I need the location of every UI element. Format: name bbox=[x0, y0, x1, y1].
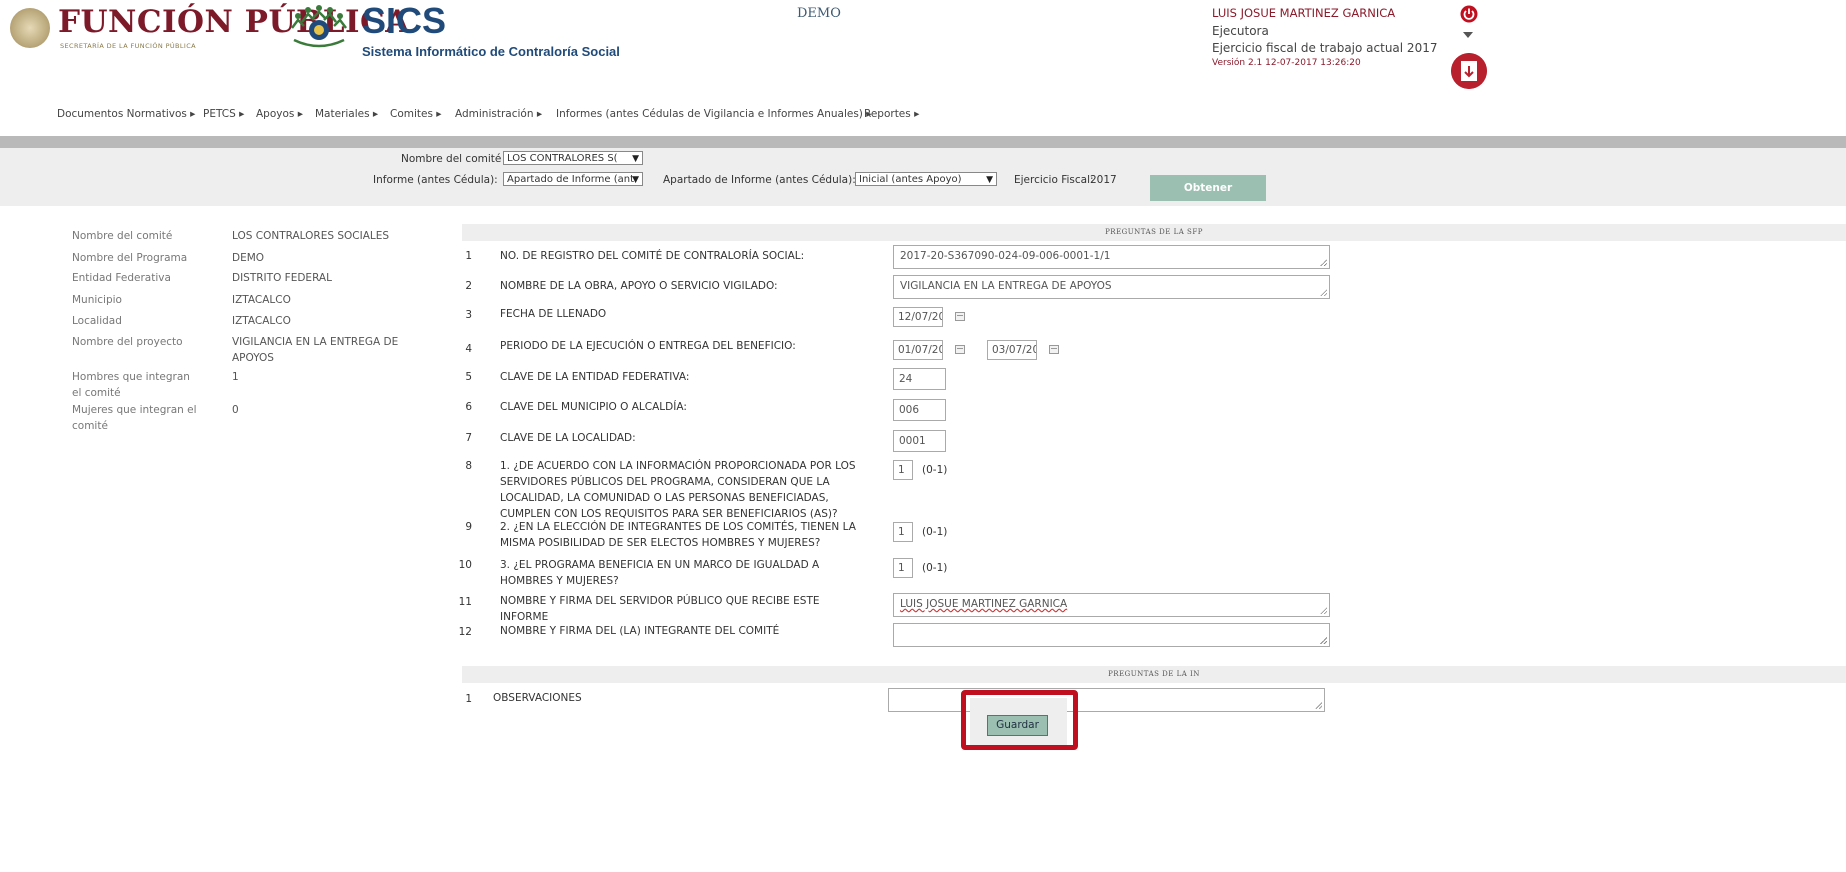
clave-entidad-input[interactable]: 24 bbox=[893, 368, 946, 390]
clave-municipio-input[interactable]: 006 bbox=[893, 399, 946, 421]
question-number: 11 bbox=[458, 596, 472, 608]
calendar-icon[interactable] bbox=[1049, 345, 1059, 354]
ejercicio-label: Ejercicio Fiscal: bbox=[1014, 174, 1094, 186]
answer-9-input[interactable]: 1 bbox=[893, 522, 913, 542]
apartado-label: Apartado de Informe (antes Cédula): bbox=[663, 174, 856, 186]
org-subtitle: SECRETARÍA DE LA FUNCIÓN PÚBLICA bbox=[60, 42, 197, 50]
answer-range: (0-1) bbox=[922, 562, 948, 574]
question-number: 1 bbox=[465, 693, 472, 705]
info-value: IZTACALCO bbox=[232, 315, 291, 327]
program-name: DEMO bbox=[797, 6, 841, 21]
power-icon[interactable] bbox=[1460, 5, 1478, 23]
question-number: 8 bbox=[465, 460, 472, 472]
question-number: 6 bbox=[465, 401, 472, 413]
main-nav: Documentos Normativos ▸ PETCS ▸ Apoyos ▸… bbox=[0, 101, 1846, 129]
question-text: CLAVE DEL MUNICIPIO O ALCALDÍA: bbox=[500, 401, 687, 413]
info-label: Mujeres que integran el comité bbox=[72, 404, 197, 432]
periodo-hasta-input[interactable]: 03/07/201 bbox=[987, 340, 1037, 360]
in-section-header: PREGUNTAS DE LA IN bbox=[462, 666, 1846, 683]
nav-informes[interactable]: Informes (antes Cédulas de Vigilancia e … bbox=[556, 108, 872, 120]
sfp-section-header: PREGUNTAS DE LA SFP bbox=[462, 224, 1846, 241]
ejercicio-value: 2017 bbox=[1090, 174, 1117, 186]
question-text: 2. ¿EN LA ELECCIÓN DE INTEGRANTES DE LOS… bbox=[500, 521, 856, 549]
clave-localidad-input[interactable]: 0001 bbox=[893, 430, 946, 452]
question-number: 3 bbox=[465, 309, 472, 321]
question-number: 1 bbox=[465, 250, 472, 262]
obtener-formulario-button[interactable]: Obtener Formulario bbox=[1150, 175, 1266, 220]
info-value: DEMO bbox=[232, 252, 265, 264]
app-header: FUNCIÓN PÚBLICA SECRETARÍA DE LA FUNCIÓN… bbox=[0, 0, 1846, 92]
periodo-desde-input[interactable]: 01/07/201 bbox=[893, 340, 943, 360]
informe-select[interactable]: Apartado de Informe (ant ▼ bbox=[503, 172, 643, 186]
question-number: 5 bbox=[465, 371, 472, 383]
answer-range: (0-1) bbox=[922, 526, 948, 538]
sics-logo-icon bbox=[291, 5, 347, 48]
info-label: Localidad bbox=[72, 315, 122, 327]
question-text: 1. ¿DE ACUERDO CON LA INFORMACIÓN PROPOR… bbox=[500, 460, 856, 520]
calendar-icon[interactable] bbox=[955, 345, 965, 354]
caret-down-icon[interactable] bbox=[1463, 32, 1473, 38]
informe-label: Informe (antes Cédula): bbox=[373, 174, 498, 186]
question-text: NOMBRE Y FIRMA DEL SERVIDOR PÚBLICO QUE … bbox=[500, 595, 820, 623]
nav-apoyos[interactable]: Apoyos ▸ bbox=[256, 108, 303, 120]
info-value: VIGILANCIA EN LA ENTREGA DE APOYOS bbox=[232, 336, 399, 364]
firma-integrante-input[interactable] bbox=[893, 623, 1330, 647]
question-number: 2 bbox=[465, 280, 472, 292]
fiscal-year-text: Ejercicio fiscal de trabajo actual 2017 bbox=[1212, 41, 1438, 55]
seal-icon bbox=[10, 8, 50, 48]
question-number: 7 bbox=[465, 432, 472, 444]
comite-select[interactable]: LOS CONTRALORES S(▼ bbox=[503, 151, 643, 165]
firma-servidor-input[interactable]: LUIS JOSUE MARTINEZ GARNICA bbox=[893, 593, 1330, 617]
apartado-select[interactable]: Inicial (antes Apoyo) ▼ bbox=[855, 172, 997, 186]
question-text: OBSERVACIONES bbox=[493, 692, 582, 704]
answer-8-input[interactable]: 1 bbox=[893, 460, 913, 480]
nav-petcs[interactable]: PETCS ▸ bbox=[203, 108, 244, 120]
user-name: LUIS JOSUE MARTINEZ GARNICA bbox=[1212, 6, 1396, 20]
question-text: CLAVE DE LA LOCALIDAD: bbox=[500, 432, 636, 444]
nav-materiales[interactable]: Materiales ▸ bbox=[315, 108, 378, 120]
fecha-llenado-input[interactable]: 12/07/201 bbox=[893, 307, 943, 327]
save-highlight-box bbox=[961, 690, 1078, 750]
answer-range: (0-1) bbox=[922, 464, 948, 476]
nav-documentos-normativos[interactable]: Documentos Normativos ▸ bbox=[57, 108, 195, 120]
question-text: NO. DE REGISTRO DEL COMITÉ DE CONTRALORÍ… bbox=[500, 250, 805, 262]
question-number: 9 bbox=[465, 521, 472, 533]
info-value: LOS CONTRALORES SOCIALES bbox=[232, 230, 390, 242]
answer-10-input[interactable]: 1 bbox=[893, 558, 913, 578]
question-text: NOMBRE DE LA OBRA, APOYO O SERVICIO VIGI… bbox=[500, 280, 778, 292]
org-title: FUNCIÓN PÚBLICA bbox=[58, 4, 410, 40]
question-text: NOMBRE Y FIRMA DEL (LA) INTEGRANTE DEL C… bbox=[500, 625, 780, 637]
obra-input[interactable]: VIGILANCIA EN LA ENTREGA DE APOYOS bbox=[893, 275, 1330, 299]
question-number: 4 bbox=[465, 343, 472, 355]
app-title: SICS bbox=[362, 0, 447, 41]
pdf-download-icon[interactable] bbox=[1451, 53, 1487, 89]
nav-separator bbox=[0, 136, 1846, 148]
nav-reportes[interactable]: Reportes ▸ bbox=[864, 108, 919, 120]
question-number: 10 bbox=[458, 559, 472, 571]
user-role: Ejecutora bbox=[1212, 24, 1269, 38]
question-text: 3. ¿EL PROGRAMA BENEFICIA EN UN MARCO DE… bbox=[500, 559, 820, 587]
info-label: Entidad Federativa bbox=[72, 272, 171, 284]
info-value: IZTACALCO bbox=[232, 294, 291, 306]
info-value: DISTRITO FEDERAL bbox=[232, 272, 332, 284]
question-text: FECHA DE LLENADO bbox=[500, 308, 607, 320]
calendar-icon[interactable] bbox=[955, 312, 965, 321]
nav-comites[interactable]: Comites ▸ bbox=[390, 108, 442, 120]
comite-label: Nombre del comité bbox=[401, 153, 502, 165]
observaciones-input[interactable] bbox=[888, 688, 1325, 712]
question-number: 12 bbox=[458, 626, 472, 638]
info-label: Nombre del Programa bbox=[72, 252, 188, 264]
info-label: Hombres que integran el comité bbox=[72, 371, 190, 399]
info-value: 0 bbox=[232, 404, 239, 416]
question-text: PERIODO DE LA EJECUCIÓN O ENTREGA DEL BE… bbox=[500, 340, 796, 352]
info-value: 1 bbox=[232, 371, 239, 383]
question-text: CLAVE DE LA ENTIDAD FEDERATIVA: bbox=[500, 371, 690, 383]
info-label: Nombre del proyecto bbox=[72, 336, 183, 348]
info-label: Municipio bbox=[72, 294, 122, 306]
nav-administracion[interactable]: Administración ▸ bbox=[455, 108, 542, 120]
app-subtitle: Sistema Informático de Contraloría Socia… bbox=[362, 44, 620, 59]
registro-input[interactable]: 2017-20-S367090-024-09-006-0001-1/1 bbox=[893, 245, 1330, 269]
version-text: Versión 2.1 12-07-2017 13:26:20 bbox=[1212, 58, 1361, 68]
info-label: Nombre del comité bbox=[72, 230, 173, 242]
